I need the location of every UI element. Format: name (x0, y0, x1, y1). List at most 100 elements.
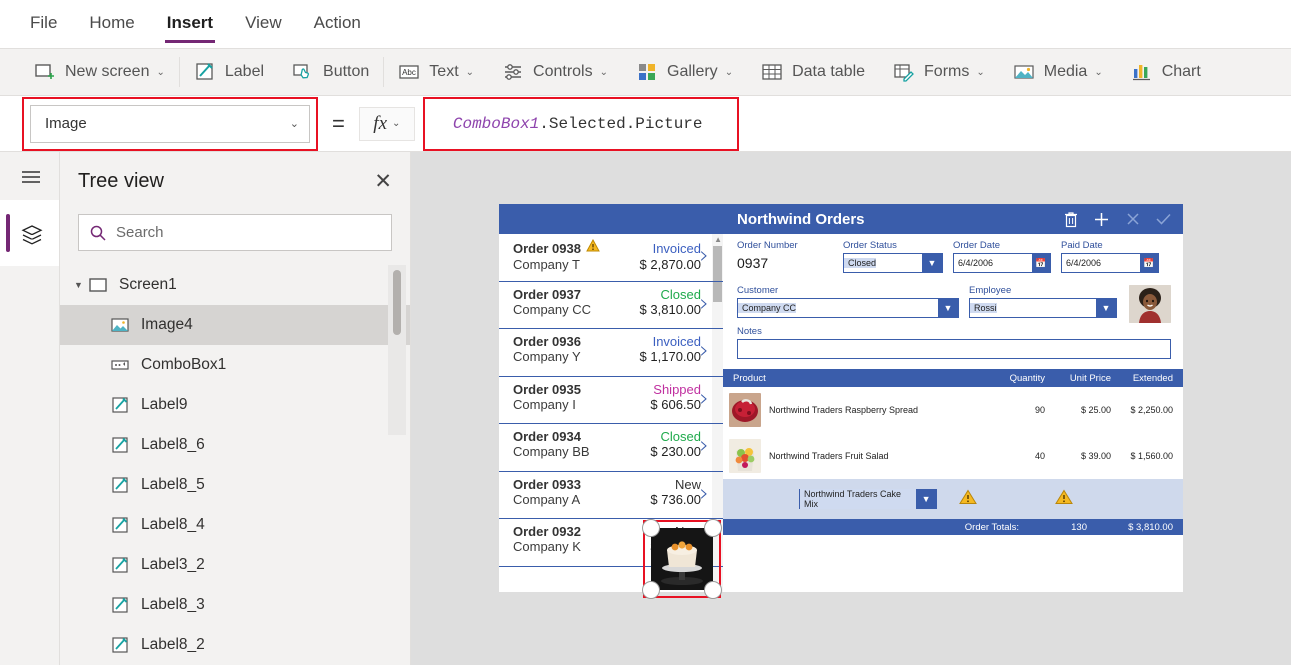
field-notes: Notes (737, 326, 1171, 359)
field-label: Paid Date (1061, 240, 1103, 251)
resize-handle-bottom-right[interactable] (704, 581, 722, 599)
insert-ribbon: New screen ⌄ Label Button Abc Text ⌄ Con… (0, 48, 1291, 96)
formula-input-wrap: ComboBox1 .Selected.Picture (422, 96, 1291, 151)
menu-item-file[interactable]: File (28, 9, 59, 39)
tree-item-label: Label8_3 (141, 596, 205, 613)
chevron-right-icon[interactable]: › (699, 386, 709, 410)
search-input[interactable]: Search (78, 214, 392, 251)
calendar-icon[interactable]: 📅 (1140, 254, 1158, 272)
order-status-dropdown[interactable]: Closed ▼ (843, 253, 943, 273)
tree-item-label8-5[interactable]: Label8_5 (60, 465, 410, 505)
ribbon-gallery[interactable]: Gallery ⌄ (622, 49, 747, 95)
chevron-right-icon[interactable]: › (699, 433, 709, 457)
rail-item-tree-view[interactable] (0, 200, 59, 266)
order-status: Closed (660, 286, 701, 302)
tree-item-label9[interactable]: Label9 (60, 385, 410, 425)
order-totals-row: Order Totals: 130 $ 3,810.00 (723, 519, 1183, 535)
tree-item-screen1[interactable]: ▼ Screen1 (60, 265, 410, 305)
expand-caret-icon[interactable]: ▼ (74, 280, 88, 290)
menu-item-view[interactable]: View (243, 9, 284, 39)
chevron-down-icon[interactable]: ▼ (922, 254, 942, 272)
gallery-item[interactable]: Order 0938 Invoiced Company T $ 2,870.00… (499, 234, 723, 282)
ribbon-text[interactable]: Abc Text ⌄ (384, 49, 488, 95)
chevron-right-icon[interactable]: › (699, 338, 709, 362)
ribbon-controls[interactable]: Controls ⌄ (488, 49, 622, 95)
gallery-item-bottom: Company BB $ 230.00 (513, 444, 701, 459)
formula-input[interactable]: ComboBox1 .Selected.Picture (438, 104, 1291, 143)
chevron-down-icon: ⌄ (392, 118, 401, 129)
chevron-down-icon[interactable]: ▼ (916, 490, 936, 508)
ribbon-data-table[interactable]: Data table (747, 49, 879, 95)
product-edit-row[interactable]: Northwind Traders Cake Mix ▼ (723, 479, 1183, 519)
column-header-quantity: Quantity (1009, 372, 1045, 384)
menu-item-action[interactable]: Action (312, 9, 363, 39)
confirm-icon[interactable] (1154, 210, 1173, 229)
trash-icon[interactable] (1061, 210, 1080, 229)
design-canvas[interactable]: ▲ ▼ Order 0938 Invoiced Company T (411, 152, 1291, 665)
gallery-item-bottom: Company I $ 606.50 (513, 397, 701, 412)
ribbon-chart[interactable]: Chart (1117, 49, 1215, 95)
gallery-item[interactable]: Order 0935 Shipped Company I $ 606.50 › (499, 377, 723, 424)
ribbon-new-screen[interactable]: New screen ⌄ (20, 49, 179, 95)
tree-item-label8-4[interactable]: Label8_4 (60, 505, 410, 545)
chevron-down-icon: ⌄ (976, 66, 985, 78)
detail-actions (1061, 210, 1173, 229)
field-label: Employee (969, 285, 1012, 296)
tree-scrollbar-thumb[interactable] (393, 270, 401, 335)
ribbon-label[interactable]: Label (180, 49, 278, 95)
media-icon (1013, 61, 1035, 83)
paid-date-input[interactable]: 6/4/2006 📅 (1061, 253, 1159, 273)
gallery-item[interactable]: Order 0934 Closed Company BB $ 230.00 › (499, 424, 723, 472)
field-value: Company CC (738, 303, 797, 313)
tree-item-image4[interactable]: Image4 (60, 305, 410, 345)
forms-icon (893, 61, 915, 83)
product-row[interactable]: Northwind Traders Fruit Salad 40 $ 39.00… (723, 433, 1183, 479)
employee-dropdown[interactable]: Rossi ▼ (969, 298, 1117, 318)
tree-item-label8-3[interactable]: Label8_3 (60, 585, 410, 625)
property-dropdown[interactable]: Image ⌄ (30, 104, 310, 143)
chevron-right-icon[interactable]: › (699, 291, 709, 315)
order-date-input[interactable]: 6/4/2006 📅 (953, 253, 1051, 273)
gallery-item-top: Order 0934 Closed (513, 429, 701, 444)
tree-item-label8-2[interactable]: Label8_2 (60, 625, 410, 665)
ribbon-media[interactable]: Media ⌄ (999, 49, 1117, 95)
product-row[interactable]: Northwind Traders Raspberry Spread 90 $ … (723, 387, 1183, 433)
product-combobox[interactable]: Northwind Traders Cake Mix ▼ (799, 489, 937, 509)
order-amount: $ 3,810.00 (639, 301, 701, 317)
field-employee: Employee Rossi ▼ (969, 285, 1129, 318)
order-number: Order 0935 (513, 381, 581, 397)
chevron-down-icon[interactable]: ▼ (1096, 299, 1116, 317)
menu-item-home[interactable]: Home (87, 9, 136, 39)
screen-icon (88, 275, 108, 295)
ribbon-forms[interactable]: Forms ⌄ (879, 49, 999, 95)
fx-button[interactable]: fx ⌄ (358, 106, 415, 141)
chevron-down-icon[interactable]: ▼ (938, 299, 958, 317)
gallery-item-bottom: Company CC $ 3,810.00 (513, 302, 701, 317)
chevron-right-icon[interactable]: › (699, 243, 709, 267)
resize-handle-bottom-left[interactable] (642, 581, 660, 599)
resize-handle-top-left[interactable] (642, 519, 660, 537)
gallery-item[interactable]: Order 0933 New Company A $ 736.00 › (499, 472, 723, 519)
menu-item-insert[interactable]: Insert (164, 9, 216, 43)
tree-view-panel: Tree view ✕ Search ▼ Screen1 Image4 Comb… (60, 152, 411, 665)
tree-item-combobox1[interactable]: ComboBox1 (60, 345, 410, 385)
customer-dropdown[interactable]: Company CC ▼ (737, 298, 959, 318)
order-status: New (674, 476, 701, 492)
gallery-item[interactable]: Order 0937 Closed Company CC $ 3,810.00 … (499, 282, 723, 329)
ribbon-new-screen-label: New screen (65, 63, 150, 80)
add-icon[interactable] (1092, 210, 1111, 229)
tree-item-label8-6[interactable]: Label8_6 (60, 425, 410, 465)
resize-handle-top-right[interactable] (704, 519, 722, 537)
chevron-right-icon[interactable]: › (699, 481, 709, 505)
ribbon-button[interactable]: Button (278, 49, 383, 95)
calendar-icon[interactable]: 📅 (1032, 254, 1050, 272)
gallery-item[interactable]: Order 0936 Invoiced Company Y $ 1,170.00… (499, 329, 723, 377)
ribbon-media-label: Media (1043, 63, 1088, 80)
cancel-icon[interactable] (1123, 210, 1142, 229)
label-icon (110, 475, 130, 495)
image-icon (110, 315, 130, 335)
notes-input[interactable] (737, 339, 1171, 359)
rail-hamburger[interactable] (0, 152, 59, 200)
tree-item-label3-2[interactable]: Label3_2 (60, 545, 410, 585)
close-icon[interactable]: ✕ (374, 171, 392, 192)
